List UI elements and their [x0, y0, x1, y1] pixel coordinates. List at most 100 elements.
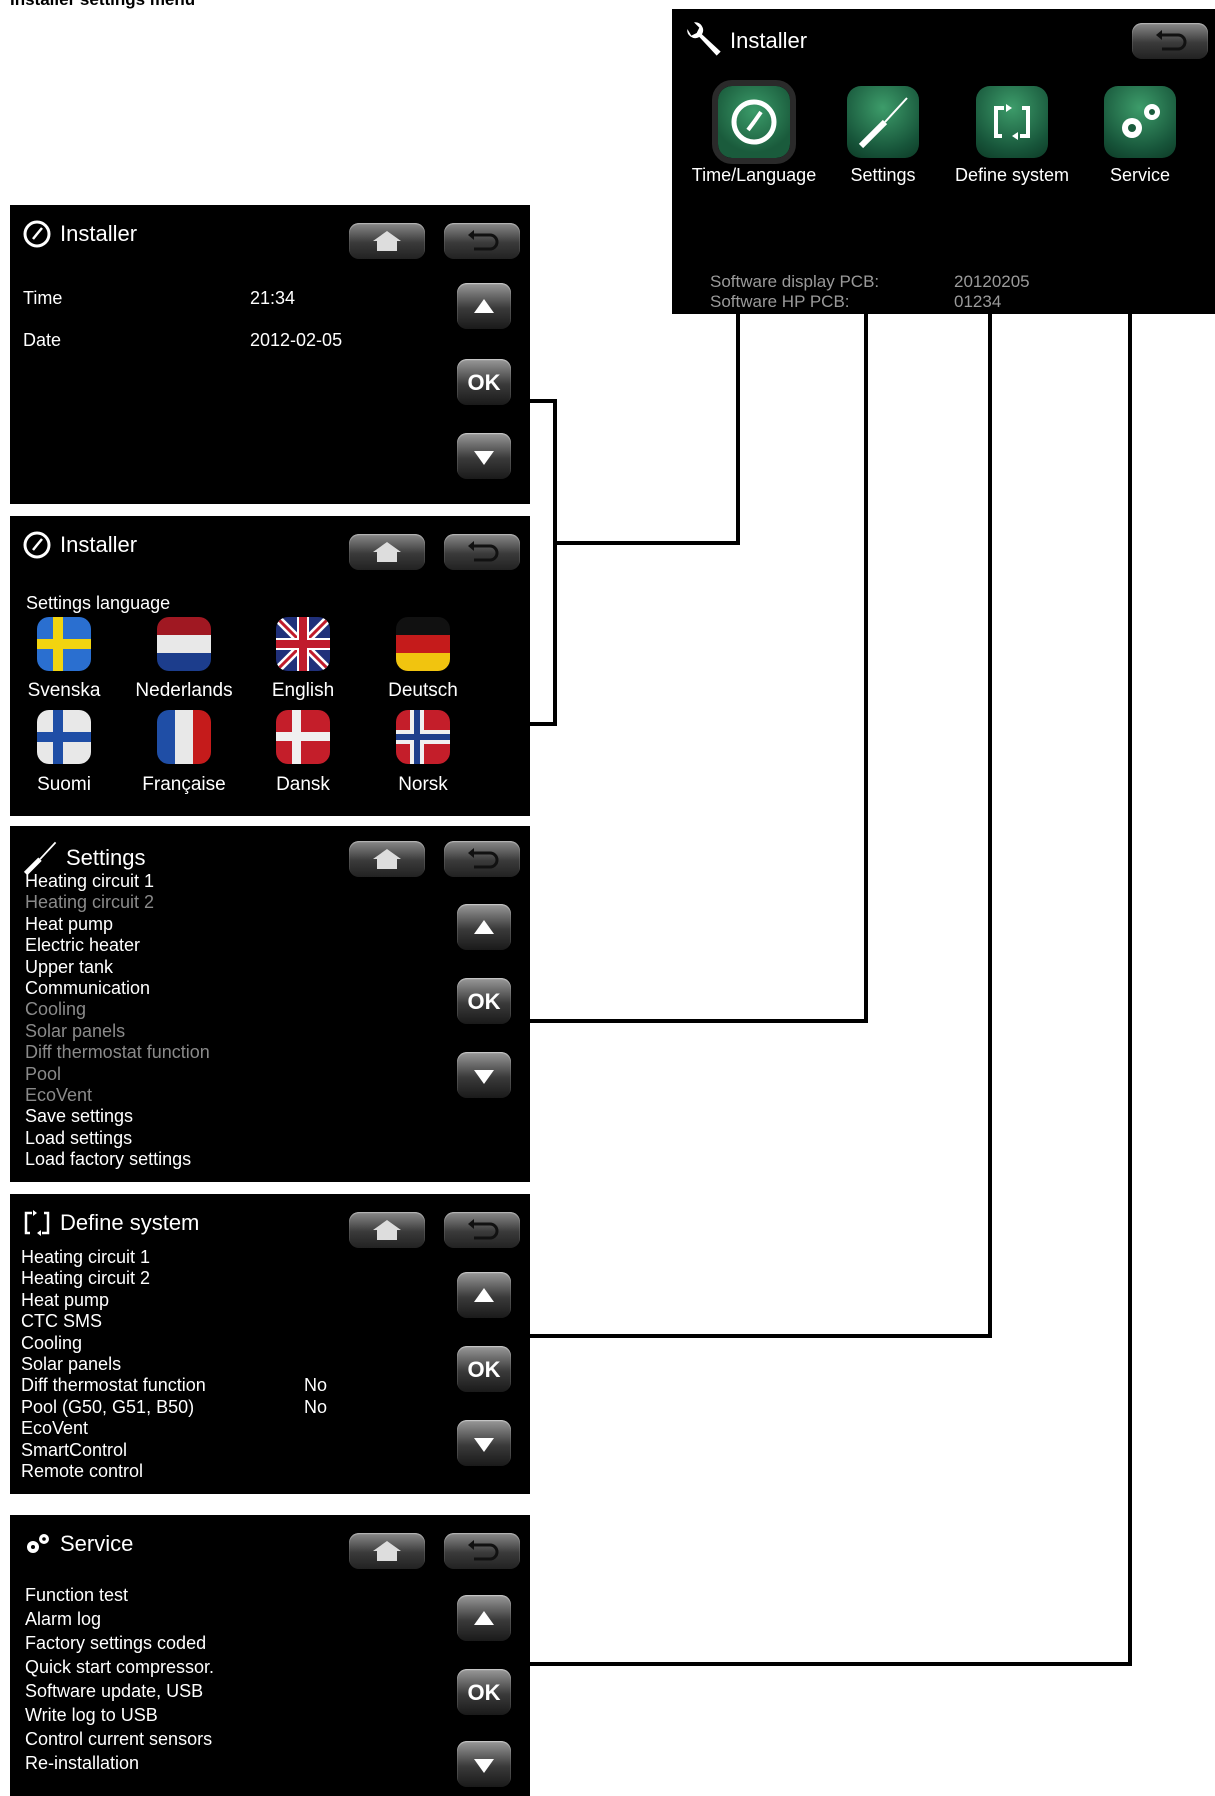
- flag-sweden-icon[interactable]: [37, 617, 91, 671]
- pool-value[interactable]: No: [304, 1397, 327, 1418]
- back-button[interactable]: [444, 1533, 520, 1569]
- language-label-suomi: Suomi: [37, 774, 91, 795]
- menu-item: Cooling: [25, 999, 87, 1020]
- menu-item[interactable]: Save settings: [25, 1106, 210, 1127]
- up-arrow-icon: [474, 299, 494, 313]
- down-button[interactable]: [457, 1052, 511, 1098]
- home-button[interactable]: [349, 534, 425, 570]
- time-value[interactable]: 21:34: [250, 288, 295, 309]
- clock-icon: [23, 531, 51, 559]
- panel-title-text: Define system: [60, 1210, 200, 1235]
- settings-button[interactable]: [847, 86, 919, 158]
- panel-title: Installer: [22, 219, 137, 249]
- ok-button[interactable]: OK: [457, 1669, 511, 1715]
- back-button[interactable]: [444, 1212, 520, 1248]
- ok-button[interactable]: OK: [457, 359, 511, 405]
- menu-item[interactable]: Function test: [25, 1583, 214, 1607]
- menu-item[interactable]: Heat pump: [25, 914, 210, 935]
- up-arrow-icon: [474, 1611, 494, 1625]
- back-arrow-icon: [468, 848, 499, 869]
- flag-denmark-icon[interactable]: [276, 710, 330, 764]
- home-button[interactable]: [349, 1533, 425, 1569]
- flag-netherlands-icon[interactable]: [157, 617, 211, 671]
- list-item[interactable]: Solar panels: [21, 1354, 206, 1375]
- down-button[interactable]: [457, 1420, 511, 1466]
- list-item[interactable]: EcoVent: [21, 1418, 206, 1439]
- back-button[interactable]: [444, 534, 520, 570]
- flag-uk-icon[interactable]: [276, 617, 330, 671]
- down-button[interactable]: [457, 433, 511, 479]
- ok-button[interactable]: OK: [457, 1346, 511, 1392]
- menu-item[interactable]: Write log to USB: [25, 1703, 214, 1727]
- language-label-nederlands: Nederlands: [135, 680, 233, 701]
- panel-title: Installer: [682, 21, 807, 61]
- up-button[interactable]: [457, 1595, 511, 1641]
- home-button[interactable]: [349, 841, 425, 877]
- menu-item[interactable]: Control current sensors: [25, 1727, 214, 1751]
- back-button[interactable]: [1132, 23, 1208, 59]
- down-arrow-icon: [474, 1438, 494, 1452]
- flag-finland-icon[interactable]: [37, 710, 91, 764]
- language-heading: Settings language: [26, 593, 171, 613]
- up-button[interactable]: [457, 904, 511, 950]
- list-item[interactable]: Cooling: [21, 1333, 206, 1354]
- down-button[interactable]: [457, 1741, 511, 1787]
- panel-title-text: Settings: [66, 845, 146, 870]
- up-arrow-icon: [474, 1288, 494, 1302]
- service-button[interactable]: [1104, 86, 1176, 158]
- menu-item[interactable]: Communication: [25, 978, 210, 999]
- back-arrow-icon: [468, 1540, 499, 1561]
- list-item[interactable]: Heat pump: [21, 1290, 206, 1311]
- define-system-list: Heating circuit 1 Heating circuit 2 Heat…: [21, 1247, 206, 1482]
- up-button[interactable]: [457, 283, 511, 329]
- define-system-button[interactable]: [976, 86, 1048, 158]
- flag-germany-icon[interactable]: [396, 617, 450, 671]
- menu-item: Pool: [25, 1063, 62, 1084]
- software-hp-value: 01234: [954, 292, 1002, 311]
- up-button[interactable]: [457, 1272, 511, 1318]
- icon-label-service: Service: [1109, 165, 1171, 185]
- time-language-button[interactable]: [712, 80, 796, 164]
- menu-item[interactable]: Load settings: [25, 1128, 210, 1149]
- define-system-icon: [994, 104, 1030, 140]
- service-panel: Service Function test Alarm log Factory …: [10, 1515, 530, 1796]
- date-value[interactable]: 2012-02-05: [250, 330, 342, 351]
- list-item[interactable]: CTC SMS: [21, 1311, 206, 1332]
- back-button[interactable]: [444, 223, 520, 259]
- gears-icon: [27, 1534, 49, 1553]
- menu-item[interactable]: Quick start compressor.: [25, 1655, 214, 1679]
- list-item[interactable]: Remote control: [21, 1461, 206, 1482]
- list-item[interactable]: Heating circuit 1: [21, 1247, 206, 1268]
- home-button[interactable]: [349, 1212, 425, 1248]
- up-arrow-icon: [474, 920, 494, 934]
- language-label-norsk: Norsk: [398, 774, 448, 795]
- home-icon: [373, 231, 401, 251]
- language-label-english: English: [271, 680, 335, 701]
- menu-item[interactable]: Electric heater: [25, 935, 210, 956]
- list-item[interactable]: Diff thermostat function: [21, 1375, 206, 1396]
- menu-item[interactable]: Re-installation: [25, 1751, 214, 1775]
- flag-france-icon[interactable]: [157, 710, 211, 764]
- home-button[interactable]: [349, 223, 425, 259]
- list-item[interactable]: Heating circuit 2: [21, 1268, 206, 1289]
- list-item[interactable]: SmartControl: [21, 1440, 206, 1461]
- panel-title-text: Service: [60, 1531, 134, 1556]
- installer-main-panel: Installer Time/Language Settings Define …: [672, 9, 1215, 314]
- panel-title-text: Installer: [60, 221, 138, 246]
- back-arrow-icon: [1156, 30, 1187, 51]
- menu-item[interactable]: Software update, USB: [25, 1679, 214, 1703]
- menu-item: Heating circuit 2: [25, 892, 155, 913]
- menu-item[interactable]: Factory settings coded: [25, 1631, 214, 1655]
- flag-norway-icon[interactable]: [396, 710, 450, 764]
- ok-button[interactable]: OK: [457, 978, 511, 1024]
- home-icon: [373, 1541, 401, 1561]
- home-icon: [373, 1220, 401, 1240]
- back-button[interactable]: [444, 841, 520, 877]
- menu-item[interactable]: Heating circuit 1: [25, 871, 210, 892]
- menu-item[interactable]: Load factory settings: [25, 1149, 210, 1170]
- menu-item[interactable]: Upper tank: [25, 957, 210, 978]
- back-arrow-icon: [468, 230, 499, 251]
- menu-item[interactable]: Alarm log: [25, 1607, 214, 1631]
- list-item[interactable]: Pool (G50, G51, B50): [21, 1397, 206, 1418]
- diff-thermostat-value[interactable]: No: [304, 1375, 327, 1396]
